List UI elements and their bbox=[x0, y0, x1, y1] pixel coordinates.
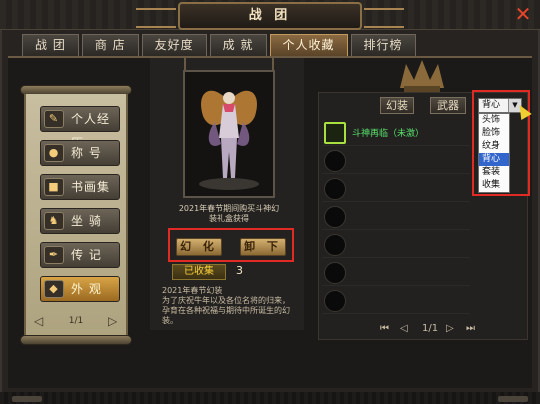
menu-item-painting-collection[interactable]: ■ 书画集 bbox=[40, 174, 120, 200]
select-value: 背心 bbox=[482, 100, 501, 110]
dropdown-option[interactable]: 套装 bbox=[479, 166, 509, 179]
title-bar: 战 团 ✕ bbox=[0, 0, 540, 30]
menu-item-label: 书画集 bbox=[71, 180, 111, 194]
empty-slot-icon bbox=[324, 262, 346, 284]
item-source-caption: 2021年春节期间购买斗神幻装礼盒获得 bbox=[178, 204, 280, 223]
menu-item-biography[interactable]: ✒ 传 记 bbox=[40, 242, 120, 268]
quill-icon: ✒ bbox=[44, 246, 64, 264]
tab-achievements[interactable]: 成 就 bbox=[209, 34, 267, 56]
helmet-ornament-icon bbox=[400, 60, 444, 94]
list-item[interactable] bbox=[322, 260, 470, 286]
collected-badge: 已收集 bbox=[172, 264, 226, 280]
list-item[interactable]: 斗神再临（未激） bbox=[322, 120, 470, 146]
list-item[interactable] bbox=[322, 288, 470, 314]
tab-team[interactable]: 战 团 bbox=[22, 34, 79, 56]
last-page-icon[interactable]: ⏭ bbox=[466, 323, 475, 334]
tab-bar: 战 团 商 店 友好度 成 就 个人收藏 排行榜 bbox=[22, 34, 416, 56]
scroll-icon: ✎ bbox=[44, 110, 64, 128]
right-pager-text: 1/1 bbox=[422, 323, 439, 334]
dropdown-list: 头饰 脸饰 纹身 背心 套装 收集 bbox=[478, 113, 510, 193]
prev-page-icon[interactable]: ◁ bbox=[400, 323, 408, 334]
list-item[interactable] bbox=[322, 232, 470, 258]
horse-icon: ♞ bbox=[44, 212, 64, 230]
dropdown-option[interactable]: 收集 bbox=[479, 179, 509, 192]
collection-category-panel: ✎个人经历 ● 称 号 ■ 书画集 ♞ 坐 骑 ✒ 传 记 ◆ 外 观 bbox=[24, 94, 128, 336]
menu-item-label: 坐 骑 bbox=[71, 214, 102, 228]
empty-slot-icon bbox=[324, 234, 346, 256]
list-item[interactable] bbox=[322, 148, 470, 174]
left-pager-next-icon[interactable]: ▷ bbox=[108, 314, 117, 328]
item-description: 2021年春节幻装 为了庆祝牛年以及各位名将的归来，孕育在各种祝福与期待中所诞生… bbox=[162, 286, 290, 325]
filter-weapon-button[interactable]: 武器 bbox=[430, 97, 466, 114]
list-item-label: 斗神再临（未激） bbox=[352, 129, 425, 139]
costume-preview bbox=[183, 70, 275, 198]
collected-count: 3 bbox=[236, 264, 243, 277]
empty-slot-icon bbox=[324, 206, 346, 228]
menu-item-title[interactable]: ● 称 号 bbox=[40, 140, 120, 166]
empty-slot-icon bbox=[324, 290, 346, 312]
filter-fashion-button[interactable]: 幻装 bbox=[380, 97, 414, 114]
bottom-frame bbox=[0, 392, 540, 404]
list-item[interactable] bbox=[322, 204, 470, 230]
dropdown-option[interactable]: 脸饰 bbox=[479, 127, 509, 140]
tab-friendship[interactable]: 友好度 bbox=[141, 34, 207, 56]
menu-item-label: 外 观 bbox=[71, 282, 102, 296]
frame-handle bbox=[12, 396, 42, 402]
next-page-icon[interactable]: ▷ bbox=[446, 323, 454, 334]
armor-icon: ◆ bbox=[44, 280, 64, 298]
frame-handle bbox=[498, 396, 528, 402]
unload-button[interactable]: 卸 下 bbox=[240, 238, 286, 256]
item-slot-icon bbox=[324, 122, 346, 144]
tab-leaderboard[interactable]: 排行榜 bbox=[350, 34, 416, 56]
tab-personal-collection[interactable]: 个人收藏 bbox=[269, 34, 348, 56]
dropdown-option[interactable]: 头饰 bbox=[479, 114, 509, 127]
close-icon[interactable]: ✕ bbox=[512, 4, 534, 26]
menu-item-appearance[interactable]: ◆ 外 观 bbox=[40, 276, 120, 302]
window-title: 战 团 bbox=[136, 2, 404, 30]
empty-slot-icon bbox=[324, 178, 346, 200]
character-figure-icon bbox=[199, 90, 259, 190]
empty-slot-icon bbox=[324, 150, 346, 172]
list-item[interactable] bbox=[322, 176, 470, 202]
dropdown-option[interactable]: 纹身 bbox=[479, 140, 509, 153]
menu-item-label: 称 号 bbox=[71, 146, 102, 160]
tab-shop[interactable]: 商 店 bbox=[81, 34, 139, 56]
scroll-rod-bottom bbox=[20, 335, 132, 345]
menu-item-personal-history[interactable]: ✎个人经历 bbox=[40, 106, 120, 150]
dropdown-option[interactable]: 背心 bbox=[479, 153, 509, 166]
transform-button[interactable]: 幻 化 bbox=[176, 238, 222, 256]
coin-icon: ● bbox=[44, 144, 64, 162]
menu-item-label: 传 记 bbox=[71, 248, 102, 262]
book-icon: ■ bbox=[44, 178, 64, 196]
first-page-icon[interactable]: ⏮ bbox=[380, 323, 389, 334]
menu-item-mount[interactable]: ♞ 坐 骑 bbox=[40, 208, 120, 234]
